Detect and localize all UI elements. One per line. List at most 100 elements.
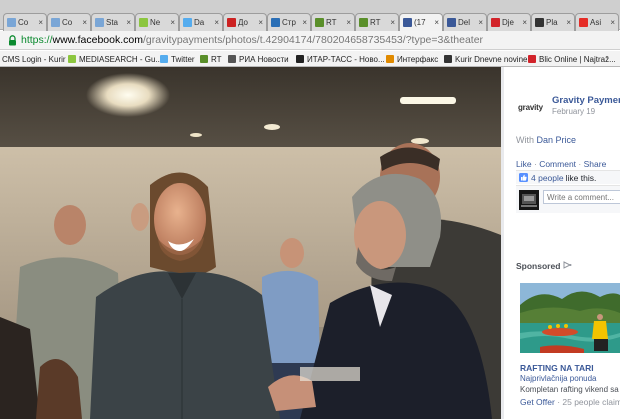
likes-count-link[interactable]: 4 people [531, 173, 564, 183]
tab-title: Sta [106, 18, 119, 27]
bookmark-item[interactable]: РИА Новости [228, 53, 289, 65]
lock-icon [9, 35, 16, 46]
share-link[interactable]: Share [584, 159, 607, 169]
bookmark-item[interactable]: Twitter [160, 53, 195, 65]
browser-tab[interactable]: Sta × [91, 13, 135, 31]
rt-icon [200, 55, 208, 63]
ad-claimed-count: · 25 people claimed [557, 397, 620, 407]
tab-title: Asi [590, 18, 602, 27]
close-tab-icon[interactable]: × [82, 18, 87, 27]
browser-tab[interactable]: Dje × [487, 13, 531, 31]
site-icon [491, 18, 500, 27]
comment-input[interactable] [543, 190, 620, 204]
comment-link[interactable]: Comment [539, 159, 576, 169]
url-scheme: https:// [21, 34, 53, 46]
close-tab-icon[interactable]: × [478, 18, 483, 27]
bookmark-label: Интерфакс [397, 54, 439, 64]
bookmark-item[interactable]: ИТАР-ТАСС - Ново... [296, 53, 385, 65]
tab-title: Del [458, 18, 471, 27]
tass-icon [296, 55, 304, 63]
close-tab-icon[interactable]: × [302, 18, 307, 27]
browser-tab[interactable]: До × [223, 13, 267, 31]
browser-tab[interactable]: Da × [179, 13, 223, 31]
bookmark-item[interactable]: Blic Online | Najtraž... [528, 53, 616, 65]
bookmark-label: Kurir Dnevne novine [455, 54, 528, 64]
close-tab-icon[interactable]: × [214, 18, 219, 27]
post-date[interactable]: February 19 [552, 107, 595, 116]
bookmark-label: ИТАР-ТАСС - Ново... [307, 54, 385, 64]
browser-toolbar: https://www.facebook.com/gravitypayments… [0, 31, 620, 50]
with-prefix: With [516, 135, 534, 145]
rt-icon [315, 18, 324, 27]
bookmark-label: CMS Login - Kurir [2, 54, 66, 64]
browser-tab[interactable]: Pla × [531, 13, 575, 31]
browser-tab[interactable]: Co × [3, 13, 47, 31]
close-tab-icon[interactable]: × [38, 18, 43, 27]
browser-tab[interactable]: RT × [311, 13, 355, 31]
close-tab-icon[interactable]: × [346, 18, 351, 27]
likes-summary: 4 people like this. [516, 170, 620, 184]
ad-title-link[interactable]: RAFTING NA TARI [520, 363, 594, 373]
get-offer-link[interactable]: Get Offer [520, 397, 555, 407]
ad-choices-icon[interactable] [563, 261, 572, 269]
close-tab-icon[interactable]: × [434, 18, 439, 27]
address-bar[interactable]: https://www.facebook.com/gravitypayments… [21, 33, 483, 48]
ria-icon [228, 55, 236, 63]
bookmark-item[interactable]: Интерфакс [386, 53, 438, 65]
doc-icon [7, 18, 16, 27]
facebook-icon [403, 18, 412, 27]
bookmark-item[interactable]: MEDIASEARCH - Gu... [68, 53, 162, 65]
ad-image[interactable] [520, 283, 620, 353]
leaf-icon [68, 55, 76, 63]
tagged-person-link[interactable]: Dan Price [537, 135, 577, 145]
bookmark-item[interactable]: CMS Login - Kurir [2, 53, 66, 65]
rt-icon [359, 18, 368, 27]
doc-icon [95, 18, 104, 27]
ad-description: Kompletan rafting vikend sa pr [520, 385, 620, 394]
comment-composer [516, 185, 620, 213]
thumbs-up-icon [519, 173, 528, 182]
browser-tab[interactable]: Del × [443, 13, 487, 31]
leaf-icon [139, 18, 148, 27]
browser-tab[interactable]: (17 × [399, 13, 443, 31]
tab-title: RT [370, 18, 381, 27]
tab-title: Co [62, 18, 73, 27]
tab-title: До [238, 18, 248, 27]
browser-tab[interactable]: Asi × [575, 13, 619, 31]
tab-title: RT [326, 18, 337, 27]
close-tab-icon[interactable]: × [610, 18, 615, 27]
url-host: www.facebook.com [52, 34, 143, 46]
event-photo-image [0, 67, 501, 419]
browser-tab[interactable]: RT × [355, 13, 399, 31]
gravity-logo[interactable]: gravity [518, 103, 543, 112]
browser-tab[interactable]: Стр × [267, 13, 311, 31]
bookmark-label: RT [211, 54, 222, 64]
bookmarks-bar: CMS Login - Kurir MEDIASEARCH - Gu... Twit… [0, 51, 620, 67]
bookmark-label: MEDIASEARCH - Gu... [79, 54, 163, 64]
blic-icon [528, 55, 536, 63]
sponsored-label: Sponsored [516, 261, 561, 271]
ad-subtitle[interactable]: Najprivlačnija ponuda [520, 374, 597, 383]
browser-tab[interactable]: Co × [47, 13, 91, 31]
tab-title: Dje [502, 18, 515, 27]
post-actions: Like · Comment · Share [516, 159, 606, 169]
like-link[interactable]: Like [516, 159, 532, 169]
close-tab-icon[interactable]: × [126, 18, 131, 27]
browser-tab[interactable]: Ne × [135, 13, 179, 31]
bookmark-item[interactable]: RT [200, 53, 222, 65]
browser-tab-strip: Co × Co × Sta × Ne × Da × До × Стр × RT × RT × (17 × Del × Dje… [0, 0, 620, 31]
bookmark-item[interactable]: Kurir Dnevne novine [444, 53, 527, 65]
user-avatar [519, 190, 539, 210]
sponsored-header: Sponsored [516, 261, 572, 271]
close-tab-icon[interactable]: × [258, 18, 263, 27]
close-tab-icon[interactable]: × [522, 18, 527, 27]
tab-title: Pla [546, 18, 558, 27]
post-side-panel: gravity Gravity Payments February 19 Wit… [504, 67, 620, 419]
page-name-link[interactable]: Gravity Payments [552, 95, 620, 106]
close-tab-icon[interactable]: × [566, 18, 571, 27]
close-tab-icon[interactable]: × [390, 18, 395, 27]
close-tab-icon[interactable]: × [170, 18, 175, 27]
interfax-icon [386, 55, 394, 63]
kurir-icon [535, 18, 544, 27]
theater-photo[interactable] [0, 67, 501, 419]
